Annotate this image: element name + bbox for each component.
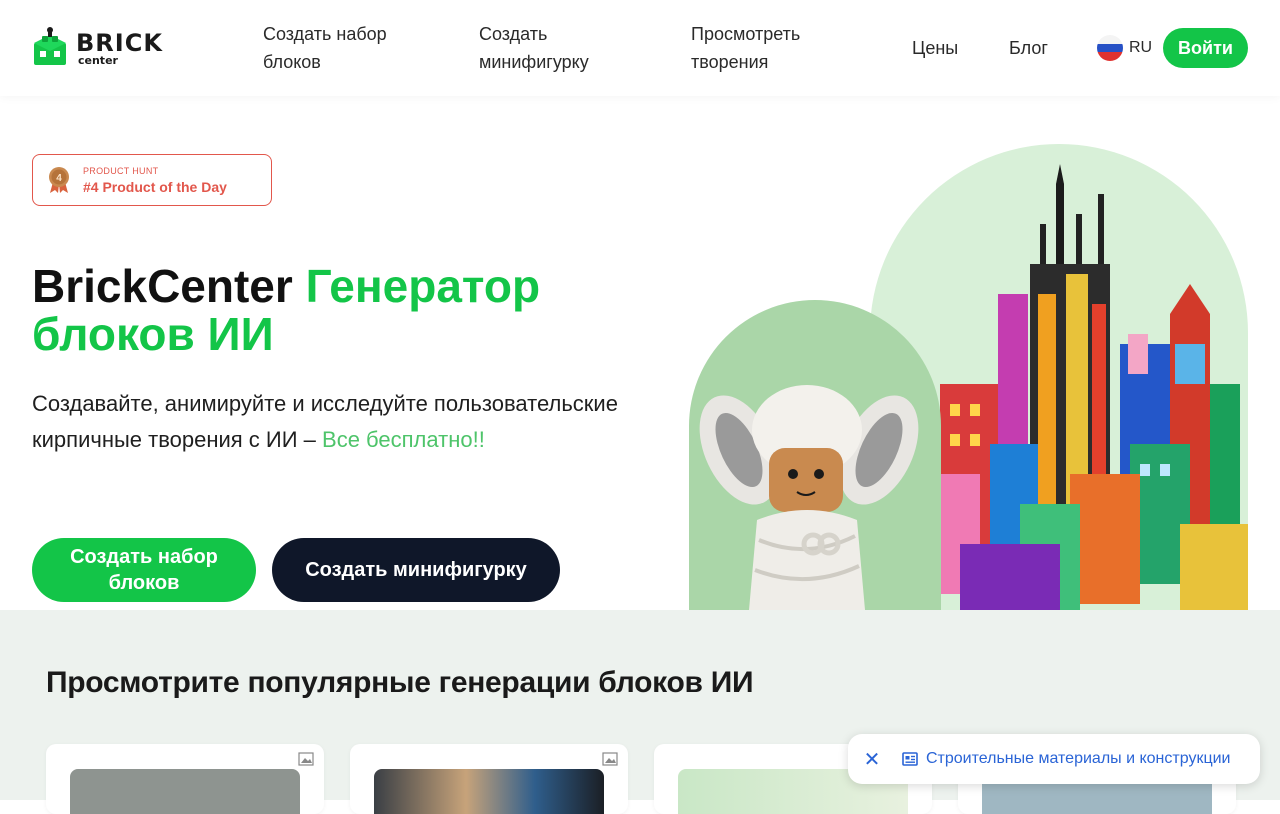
image-icon bbox=[602, 752, 618, 766]
generation-card[interactable] bbox=[46, 744, 324, 814]
nav-prices[interactable]: Цены bbox=[912, 34, 958, 62]
close-icon[interactable]: ✕ bbox=[862, 749, 882, 771]
article-icon bbox=[902, 752, 918, 766]
badge-caption: PRODUCT HUNT bbox=[83, 165, 159, 176]
hero-title: BrickCenter Генератор блоков ИИ bbox=[32, 262, 652, 358]
generation-card[interactable] bbox=[350, 744, 628, 814]
nav-create-minifigure[interactable]: Создать минифигурку bbox=[479, 20, 629, 76]
nav-create-brick-set[interactable]: Создать набор блоков bbox=[263, 20, 423, 76]
generation-image bbox=[70, 769, 300, 814]
product-hunt-badge[interactable]: 4 PRODUCT HUNT #4 Product of the Day bbox=[32, 154, 272, 206]
hero-minifigure-arch bbox=[689, 300, 941, 610]
image-icon bbox=[298, 752, 314, 766]
create-minifigure-button[interactable]: Создать минифигурку bbox=[272, 538, 560, 602]
russia-flag-icon bbox=[1097, 35, 1123, 61]
category-link[interactable]: Строительные материалы и конструкции bbox=[902, 750, 1230, 768]
language-code: RU bbox=[1129, 39, 1153, 56]
badge-title: #4 Product of the Day bbox=[83, 178, 227, 195]
generation-image bbox=[374, 769, 604, 814]
login-button[interactable]: Войти bbox=[1163, 28, 1248, 68]
logo-word-brick: BRICK bbox=[76, 28, 163, 57]
logo-word-center: center bbox=[78, 53, 118, 67]
medal-icon: 4 bbox=[49, 167, 69, 193]
section-title: Просмотрите популярные генерации блоков … bbox=[46, 666, 754, 699]
create-brick-set-button[interactable]: Создать набор блоков bbox=[32, 538, 256, 602]
nav-blog[interactable]: Блог bbox=[1009, 34, 1048, 62]
hero-subtitle: Создавайте, анимируйте и исследуйте поль… bbox=[32, 386, 672, 458]
site-header: BRICK center Создать набор блоков Создат… bbox=[0, 0, 1280, 96]
medal-rank: 4 bbox=[56, 173, 62, 184]
hero-title-brand: BrickCenter bbox=[32, 260, 306, 312]
minifigure-bunny-illustration bbox=[699, 385, 919, 610]
brick-logo-icon bbox=[34, 27, 66, 65]
category-label: Строительные материалы и конструкции bbox=[926, 750, 1231, 767]
hero-subtitle-free: Все бесплатно!! bbox=[322, 427, 485, 452]
brickcenter-logo[interactable]: BRICK center bbox=[30, 24, 180, 72]
category-toast: ✕ Строительные материалы и конструкции bbox=[848, 734, 1260, 784]
nav-browse-creations[interactable]: Просмотреть творения bbox=[691, 20, 841, 76]
language-switcher[interactable]: RU bbox=[1097, 35, 1152, 61]
